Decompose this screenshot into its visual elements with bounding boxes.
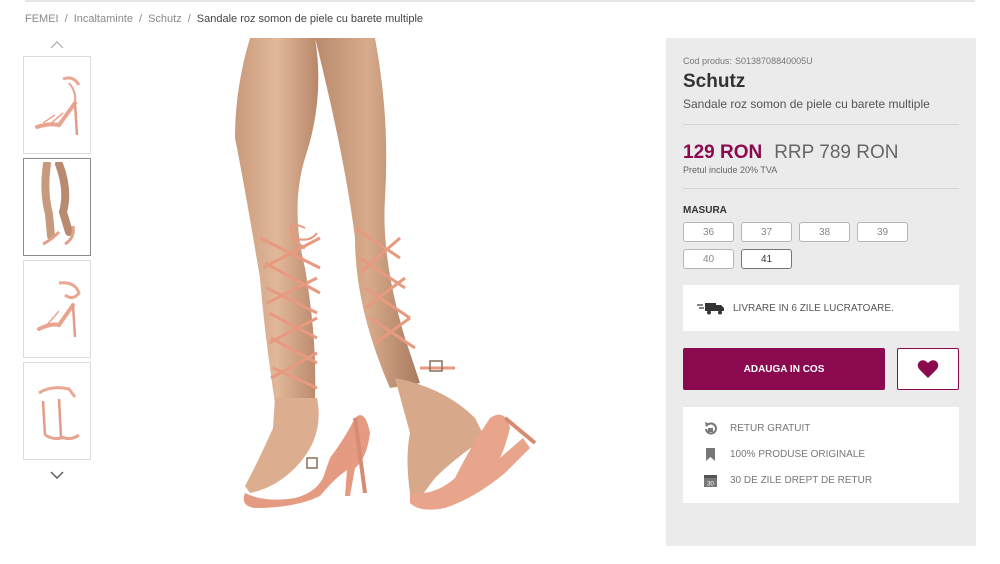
price-block: 129 RON RRP 789 RON	[683, 142, 959, 164]
divider	[683, 188, 959, 189]
gallery-down-button[interactable]	[23, 468, 91, 482]
gallery-up-button[interactable]	[23, 38, 91, 52]
chevron-up-icon	[50, 41, 64, 49]
benefits-list: RETUR GRATUIT 100% PRODUSE ORIGINALE 30 …	[683, 407, 959, 503]
chevron-down-icon	[50, 471, 64, 479]
benefit-item: 100% PRODUSE ORIGINALE	[703, 447, 939, 462]
size-option-37[interactable]: 37	[741, 222, 792, 242]
delivery-info: LIVRARE IN 6 ZILE LUCRATOARE.	[683, 285, 959, 331]
thumbnail-gallery	[23, 38, 93, 482]
wishlist-button[interactable]	[897, 348, 959, 390]
size-option-36[interactable]: 36	[683, 222, 734, 242]
product-code-label: Cod produs:	[683, 56, 733, 66]
benefit-text: 30 DE ZILE DREPT DE RETUR	[730, 475, 873, 486]
benefit-item: 30 30 DE ZILE DREPT DE RETUR	[703, 473, 939, 488]
top-divider	[25, 0, 975, 2]
vat-note: Pretul include 20% TVA	[683, 165, 778, 175]
breadcrumb-separator: /	[64, 13, 68, 25]
thumbnail-2[interactable]	[23, 158, 91, 256]
sandal-pair-image	[38, 386, 80, 441]
product-code: Cod produs: S0138708840005U	[683, 56, 959, 66]
bookmark-icon	[706, 448, 715, 461]
breadcrumb: FEMEI / Incaltaminte / Schutz / Sandale …	[25, 13, 423, 25]
heart-icon	[917, 360, 939, 378]
sandal-front-image	[37, 281, 81, 338]
sandal-side-image	[35, 76, 81, 136]
svg-text:30: 30	[707, 482, 714, 488]
calendar-icon: 30	[704, 475, 717, 488]
size-option-40[interactable]: 40	[683, 249, 734, 269]
action-buttons: ADAUGA IN COS	[683, 348, 959, 390]
legs-sandals-image	[41, 162, 75, 246]
product-name: Sandale roz somon de piele cu barete mul…	[683, 97, 930, 111]
breadcrumb-item-femei[interactable]: FEMEI	[25, 13, 59, 25]
thumbnail-1[interactable]	[23, 56, 91, 154]
add-to-cart-button[interactable]: ADAUGA IN COS	[683, 348, 885, 390]
rrp-price: RRP 789 RON	[774, 142, 899, 163]
product-info-panel: Cod produs: S0138708840005U Schutz Sanda…	[666, 38, 976, 546]
thumbnail-4[interactable]	[23, 362, 91, 460]
product-code-value: S0138708840005U	[735, 56, 813, 66]
breadcrumb-current: Sandale roz somon de piele cu barete mul…	[196, 13, 424, 25]
benefit-text: RETUR GRATUIT	[730, 423, 811, 434]
breadcrumb-item-schutz[interactable]: Schutz	[148, 13, 182, 25]
delivery-text: LIVRARE IN 6 ZILE LUCRATOARE.	[733, 302, 894, 314]
size-selector: 36 37 38 39 40 41	[683, 222, 963, 269]
main-product-image[interactable]	[205, 38, 585, 550]
return-icon	[705, 422, 717, 435]
breadcrumb-separator: /	[139, 13, 143, 25]
truck-icon	[697, 303, 724, 315]
size-option-41[interactable]: 41	[741, 249, 792, 269]
breadcrumb-separator: /	[187, 13, 191, 25]
breadcrumb-item-incaltaminte[interactable]: Incaltaminte	[74, 13, 133, 25]
thumbnail-3[interactable]	[23, 260, 91, 358]
product-brand[interactable]: Schutz	[683, 71, 959, 93]
size-option-39[interactable]: 39	[857, 222, 908, 242]
size-title: MASURA	[683, 205, 727, 216]
benefit-text: 100% PRODUSE ORIGINALE	[730, 449, 866, 460]
benefit-item: RETUR GRATUIT	[703, 421, 939, 436]
legs-sandals-main-image	[235, 38, 537, 510]
current-price: 129 RON	[683, 142, 763, 163]
divider	[683, 124, 959, 125]
size-option-38[interactable]: 38	[799, 222, 850, 242]
